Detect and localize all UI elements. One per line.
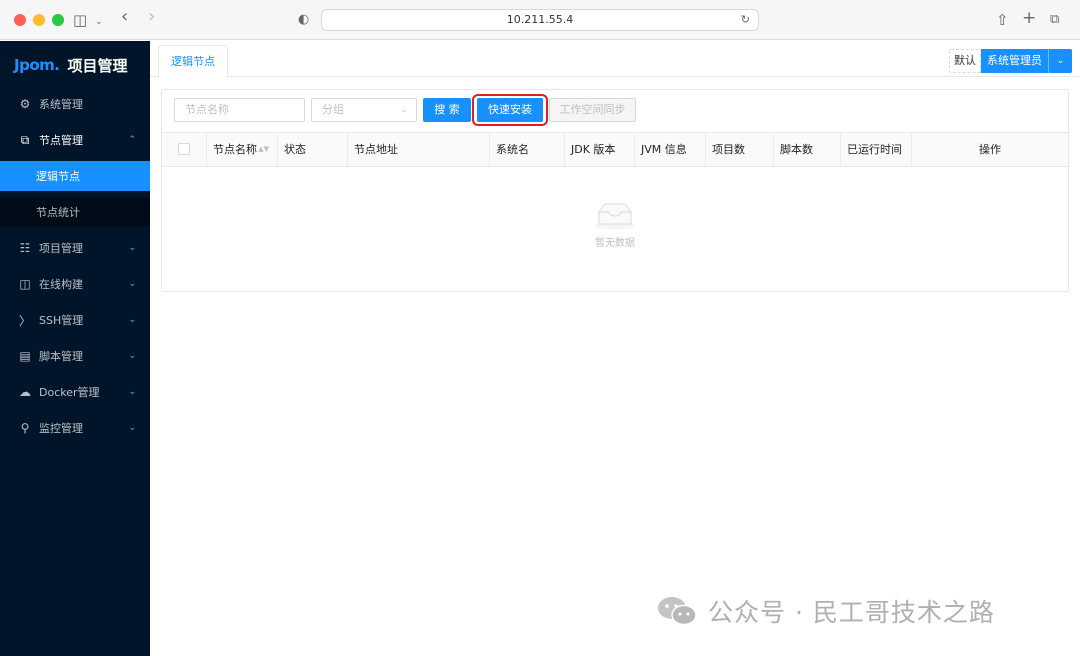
close-window-button[interactable]	[14, 14, 26, 26]
user-role-button[interactable]: 系统管理员	[981, 49, 1048, 73]
column-header-node-name[interactable]: 节点名称 ▲▼	[207, 133, 278, 166]
column-header-uptime: 已运行时间	[841, 133, 912, 166]
chevron-down-icon: ⌄	[128, 351, 136, 361]
sidebar-item-label: 脚本管理	[39, 350, 83, 363]
sidebar-subitem-node-stats[interactable]: 节点统计	[0, 197, 150, 227]
empty-text: 暂无数据	[595, 238, 635, 249]
app-title: 项目管理	[67, 56, 128, 75]
minimize-window-button[interactable]	[33, 14, 45, 26]
watermark: 公众号 · 民工哥技术之路	[656, 594, 995, 628]
empty-state: 暂无数据	[162, 200, 1068, 249]
column-header-jdk: JDK 版本	[565, 133, 635, 166]
browser-toolbar: ◫ ⌄ ‹ › ◐ 10.211.55.4 ↻ ⇧ + ⧉	[0, 0, 1080, 40]
sidebar-item-node[interactable]: ⧉ 节点管理 ⌃	[0, 122, 150, 158]
node-icon: ⧉	[20, 132, 30, 147]
share-icon[interactable]: ⇧	[996, 10, 1009, 30]
column-label: 节点名称	[213, 143, 257, 156]
sort-icon[interactable]: ▲▼	[258, 133, 269, 166]
sidebar-subitem-label: 节点统计	[36, 206, 80, 219]
sidebar-subitem-label: 逻辑节点	[36, 170, 80, 183]
monitor-icon: ⚲	[20, 421, 30, 435]
chevron-down-icon: ⌄	[128, 243, 136, 253]
workspace-sync-button[interactable]: 工作空间同步	[549, 98, 636, 122]
select-all-checkbox[interactable]	[178, 143, 190, 155]
sidebar-item-label: 项目管理	[39, 242, 83, 255]
main-content: 逻辑节点 默认 系统管理员 ⌄ 节点名称 分组 ⌄ 搜 索 快速安装 工作空间同…	[150, 41, 1080, 656]
sidebar-item-label: 节点管理	[39, 134, 83, 147]
url-text: 10.211.55.4	[506, 13, 574, 26]
watermark-text: 公众号 · 民工哥技术之路	[708, 598, 995, 627]
file-icon: ▤	[19, 349, 31, 363]
search-button[interactable]: 搜 索	[423, 98, 471, 122]
logo[interactable]: Jpom. 项目管理	[14, 53, 127, 77]
chevron-up-icon: ⌃	[128, 135, 136, 145]
column-header-jvm: JVM 信息	[635, 133, 706, 166]
column-header-project-count: 项目数	[706, 133, 774, 166]
quick-install-button[interactable]: 快速安装	[477, 98, 543, 122]
sidebar-item-label: Docker管理	[39, 386, 100, 399]
shield-icon[interactable]: ◐	[298, 10, 309, 30]
column-header-script-count: 脚本数	[774, 133, 841, 166]
chevron-down-icon: ⌄	[128, 315, 136, 325]
sidebar-item-docker[interactable]: ☁ Docker管理 ⌄	[0, 374, 150, 410]
group-placeholder: 分组	[322, 103, 344, 116]
sidebar-item-label: 系统管理	[39, 98, 83, 111]
chevron-down-icon[interactable]: ⌄	[1048, 49, 1072, 73]
chevron-down-icon: ⌄	[400, 105, 408, 115]
tab-logic-node[interactable]: 逻辑节点	[158, 45, 228, 78]
chevron-down-icon[interactable]: ⌄	[95, 12, 103, 32]
sidebar-subitem-logic-node[interactable]: 逻辑节点	[0, 161, 150, 191]
forward-icon[interactable]: ›	[148, 7, 155, 27]
group-select[interactable]: 分组 ⌄	[311, 98, 417, 122]
address-bar[interactable]: 10.211.55.4 ↻	[321, 9, 759, 31]
column-header-address: 节点地址	[348, 133, 490, 166]
tab-bar: 逻辑节点 默认 系统管理员 ⌄	[150, 41, 1080, 78]
new-tab-icon[interactable]: +	[1022, 8, 1036, 28]
sitemap-icon: ☷	[19, 241, 31, 255]
user-area: 默认 系统管理员 ⌄	[949, 49, 1072, 73]
workspace-default-tag[interactable]: 默认	[949, 49, 981, 73]
node-list-panel: 节点名称 分组 ⌄ 搜 索 快速安装 工作空间同步 节点名称 ▲▼ 状态 节点地…	[161, 89, 1069, 292]
logo-mark: Jpom.	[14, 56, 60, 74]
cloud-icon: ☁	[19, 385, 31, 399]
build-icon: ◫	[19, 277, 31, 291]
sidebar-item-script[interactable]: ▤ 脚本管理 ⌄	[0, 338, 150, 374]
reload-icon[interactable]: ↻	[741, 10, 750, 30]
sidebar: Jpom. 项目管理 ⚙ 系统管理 ⧉ 节点管理 ⌃ 逻辑节点 节点统计 ☷ 项…	[0, 41, 150, 656]
chevron-down-icon: ⌄	[128, 387, 136, 397]
node-name-input[interactable]: 节点名称	[174, 98, 305, 122]
terminal-icon: 〉	[18, 313, 31, 328]
sidebar-item-build[interactable]: ◫ 在线构建 ⌄	[0, 266, 150, 302]
sidebar-item-label: 在线构建	[39, 278, 83, 291]
column-header-status: 状态	[278, 133, 348, 166]
table-header: 节点名称 ▲▼ 状态 节点地址 系统名 JDK 版本 JVM 信息 项目数 脚本…	[162, 132, 1068, 167]
chevron-down-icon: ⌄	[128, 423, 136, 433]
gear-icon: ⚙	[19, 97, 31, 111]
sidebar-item-system[interactable]: ⚙ 系统管理	[0, 86, 150, 122]
tabs-overview-icon[interactable]: ⧉	[1050, 10, 1059, 30]
select-all-cell	[162, 133, 207, 166]
sidebar-item-label: SSH管理	[39, 314, 84, 327]
sidebar-item-monitor[interactable]: ⚲ 监控管理 ⌄	[0, 410, 150, 446]
sidebar-item-project[interactable]: ☷ 项目管理 ⌄	[0, 230, 150, 266]
chevron-down-icon: ⌄	[128, 279, 136, 289]
empty-box-icon	[595, 203, 635, 230]
column-header-system: 系统名	[490, 133, 565, 166]
wechat-icon	[658, 597, 697, 626]
back-icon[interactable]: ‹	[121, 7, 128, 27]
node-name-placeholder: 节点名称	[185, 103, 229, 116]
sidebar-item-ssh[interactable]: 〉 SSH管理 ⌄	[0, 302, 150, 338]
column-header-actions: 操作	[979, 143, 1001, 156]
sidebar-toggle-icon[interactable]: ◫	[73, 10, 87, 30]
sidebar-item-label: 监控管理	[39, 422, 83, 435]
tab-label: 逻辑节点	[171, 55, 215, 68]
maximize-window-button[interactable]	[52, 14, 64, 26]
